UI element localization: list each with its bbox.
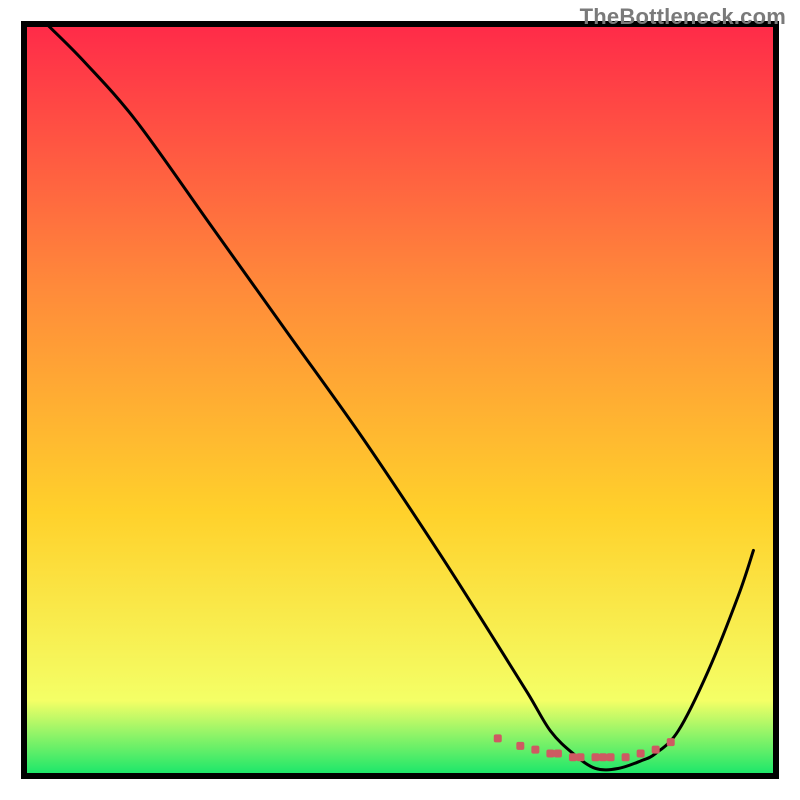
marker-dot — [576, 753, 584, 761]
chart-stage: TheBottleneck.com — [0, 0, 800, 800]
marker-dot — [554, 749, 562, 757]
marker-dot — [607, 753, 615, 761]
gradient-background — [24, 24, 776, 776]
chart-svg — [0, 0, 800, 800]
marker-dot — [569, 753, 577, 761]
marker-dot — [652, 746, 660, 754]
marker-dot — [494, 734, 502, 742]
marker-dot — [622, 753, 630, 761]
marker-dot — [546, 749, 554, 757]
marker-dot — [667, 738, 675, 746]
marker-dot — [592, 753, 600, 761]
marker-dot — [599, 753, 607, 761]
watermark-label: TheBottleneck.com — [580, 4, 786, 30]
marker-dot — [531, 746, 539, 754]
marker-dot — [637, 749, 645, 757]
marker-dot — [516, 742, 524, 750]
